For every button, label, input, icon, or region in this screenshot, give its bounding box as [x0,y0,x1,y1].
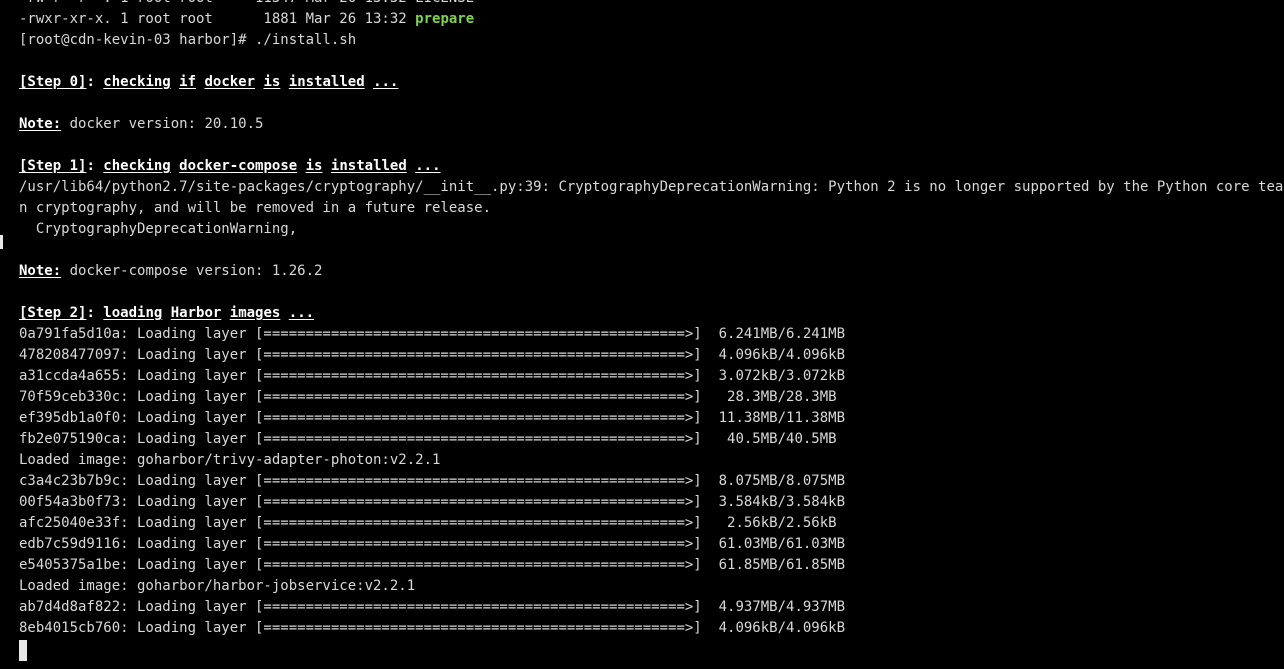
terminal-line: [root@cdn-kevin-03 harbor]# ./install.sh [19,30,1284,51]
terminal-line: -rw-r--r--. 1 root root 11347 Mar 26 13:… [19,0,1284,9]
terminal-line: 0a791fa5d10a: Loading layer [===========… [19,324,1284,345]
terminal-text: Harbor [170,305,222,321]
terminal-text: checking [103,74,171,90]
terminal-text: 00f54a3b0f73: Loading layer [===========… [19,494,846,510]
terminal-text: is [263,74,281,90]
terminal-text: installed [288,74,365,90]
terminal-text: [root@cdn-kevin-03 harbor]# ./install.sh [19,32,357,48]
terminal-line: Note: docker version: 20.10.5 [19,114,1284,135]
terminal-line: edb7c59d9116: Loading layer [===========… [19,534,1284,555]
terminal-text: c3a4c23b7b9c: Loading layer [===========… [19,473,846,489]
terminal-line: -rwxr-xr-x. 1 root root 1881 Mar 26 13:3… [19,9,1284,30]
terminal-line: /usr/lib64/python2.7/site-packages/crypt… [19,177,1284,198]
terminal-text: -rw-r--r--. 1 root root 11347 Mar 26 13:… [19,0,474,6]
terminal-text: : [86,74,104,90]
terminal-line: CryptographyDeprecationWarning, [19,219,1284,240]
terminal-text: n cryptography, and will be removed in a… [19,200,492,216]
terminal-text: docker version: 20.10.5 [61,116,264,132]
terminal-line: ef395db1a0f0: Loading layer [===========… [19,408,1284,429]
terminal-text: docker-compose [179,158,298,174]
terminal-text: 0a791fa5d10a: Loading layer [===========… [19,326,846,342]
terminal-line: 478208477097: Loading layer [===========… [19,345,1284,366]
terminal-text: -rwxr-xr-x. 1 root root 1881 Mar 26 13:3… [19,11,416,27]
terminal-line: 00f54a3b0f73: Loading layer [===========… [19,492,1284,513]
terminal-text: Loaded image: goharbor/harbor-jobservice… [19,578,416,594]
terminal-output: -rw-r--r--. 1 root root 11347 Mar 26 13:… [19,0,1284,639]
terminal-text: CryptographyDeprecationWarning, [19,221,298,237]
terminal-text: afc25040e33f: Loading layer [===========… [19,515,837,531]
terminal-line: 70f59ceb330c: Loading layer [===========… [19,387,1284,408]
terminal-text: ... [373,74,399,90]
terminal-text: images [229,305,281,321]
terminal-text: 8eb4015cb760: Loading layer [===========… [19,620,846,636]
terminal-text: : [86,305,104,321]
terminal-line: a31ccda4a655: Loading layer [===========… [19,366,1284,387]
terminal-text: e5405375a1be: Loading layer [===========… [19,557,846,573]
scroll-marker [0,235,3,249]
terminal-text: Note: [19,263,62,279]
terminal-text: [Step 2] [19,305,87,321]
terminal-line: 8eb4015cb760: Loading layer [===========… [19,618,1284,639]
terminal-text: Loaded image: goharbor/trivy-adapter-pho… [19,452,441,468]
terminal-text: is [305,158,323,174]
terminal-text: installed [330,158,407,174]
terminal-line: e5405375a1be: Loading layer [===========… [19,555,1284,576]
terminal-line: ab7d4d8af822: Loading layer [===========… [19,597,1284,618]
terminal-line: [Step 1]: checking docker-compose is ins… [19,156,1284,177]
terminal-text: docker [204,74,256,90]
terminal-text: edb7c59d9116: Loading layer [===========… [19,536,846,552]
terminal-text: [Step 1] [19,158,87,174]
terminal-line: fb2e075190ca: Loading layer [===========… [19,429,1284,450]
terminal-line: n cryptography, and will be removed in a… [19,198,1284,219]
terminal-line: Loaded image: goharbor/trivy-adapter-pho… [19,450,1284,471]
terminal-text: Note: [19,116,62,132]
terminal-line: [Step 0]: checking if docker is installe… [19,72,1284,93]
terminal-line: Note: docker-compose version: 1.26.2 [19,261,1284,282]
terminal-line: Loaded image: goharbor/harbor-jobservice… [19,576,1284,597]
terminal-text: if [179,74,197,90]
terminal-text: ... [415,158,441,174]
terminal-window[interactable]: -rw-r--r--. 1 root root 11347 Mar 26 13:… [0,0,1284,669]
terminal-text: checking [103,158,171,174]
terminal-text: loading [103,305,163,321]
terminal-text: docker-compose version: 1.26.2 [61,263,323,279]
terminal-line: c3a4c23b7b9c: Loading layer [===========… [19,471,1284,492]
terminal-text: ab7d4d8af822: Loading layer [===========… [19,599,846,615]
executable-filename: prepare [415,11,475,27]
terminal-text: 478208477097: Loading layer [===========… [19,347,846,363]
terminal-text: a31ccda4a655: Loading layer [===========… [19,368,846,384]
terminal-text: 70f59ceb330c: Loading layer [===========… [19,389,837,405]
terminal-text: [Step 0] [19,74,87,90]
terminal-cursor [19,640,27,661]
terminal-text: ... [288,305,315,321]
terminal-text: : [86,158,104,174]
terminal-text: /usr/lib64/python2.7/site-packages/crypt… [19,179,1284,195]
terminal-text: fb2e075190ca: Loading layer [===========… [19,431,837,447]
terminal-line: afc25040e33f: Loading layer [===========… [19,513,1284,534]
terminal-text: ef395db1a0f0: Loading layer [===========… [19,410,846,426]
terminal-line: [Step 2]: loading Harbor images ... [19,303,1284,324]
